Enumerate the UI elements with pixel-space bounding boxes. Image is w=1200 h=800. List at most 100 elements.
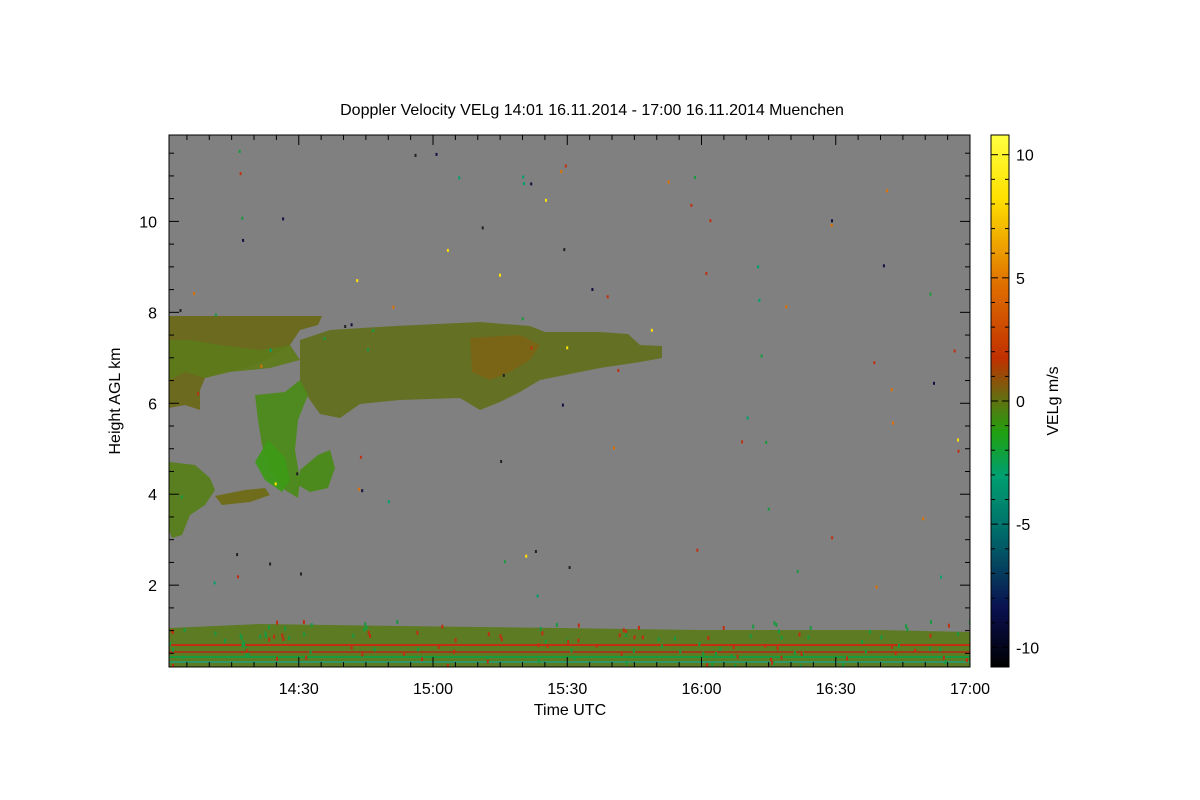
speckle	[564, 164, 567, 168]
boundary-speckle	[240, 635, 243, 640]
boundary-speckle	[906, 627, 909, 632]
speckle	[522, 175, 525, 179]
speckle	[696, 548, 699, 552]
speckle	[499, 273, 501, 277]
speckle	[239, 172, 242, 176]
y-tick-label: 10	[139, 214, 157, 231]
speckle	[563, 248, 566, 252]
boundary-speckle	[273, 634, 276, 639]
boundary-speckle	[749, 634, 752, 639]
boundary-speckle	[224, 638, 226, 643]
boundary-speckle	[276, 620, 279, 625]
y-tick-label: 8	[148, 305, 157, 322]
boundary-speckle	[942, 655, 945, 660]
speckle	[694, 176, 696, 179]
speckle	[274, 482, 277, 486]
speckle	[522, 182, 525, 185]
boundary-speckle	[303, 632, 306, 637]
boundary-speckle	[310, 623, 313, 628]
speckle	[831, 219, 833, 223]
boundary-speckle	[305, 655, 308, 660]
y-axis-label: Height AGL km	[107, 347, 124, 454]
boundary-speckle	[764, 643, 767, 648]
boundary-speckle	[637, 625, 640, 630]
boundary-speckle	[403, 651, 406, 656]
boundary-speckle	[775, 623, 778, 627]
boundary-speckle	[732, 645, 735, 650]
speckle	[296, 472, 299, 476]
boundary-speckle	[441, 624, 444, 629]
boundary-speckle	[861, 639, 863, 644]
speckle	[566, 346, 569, 350]
speckle	[530, 346, 533, 350]
speckle	[922, 517, 925, 521]
colorbar-tick-label: 10	[1016, 148, 1034, 165]
speckle	[372, 329, 375, 332]
boundary-speckle	[807, 635, 810, 640]
speckle	[196, 392, 199, 396]
boundary-speckle	[363, 627, 366, 632]
boundary-speckle	[365, 625, 368, 630]
boundary-speckle	[674, 636, 676, 641]
boundary-speckle	[657, 637, 660, 642]
boundary-speckle	[577, 623, 580, 628]
speckle	[358, 487, 361, 491]
boundary-speckle	[546, 644, 549, 649]
boundary-speckle	[577, 638, 580, 643]
speckle	[758, 298, 761, 302]
speckle	[282, 217, 285, 221]
speckle	[613, 446, 615, 450]
speckle	[525, 554, 528, 558]
boundary-speckle	[707, 636, 710, 641]
boundary-speckle	[730, 654, 733, 659]
speckle	[830, 223, 833, 227]
x-tick-label: 16:00	[681, 681, 721, 698]
speckle	[503, 560, 506, 564]
speckle	[392, 305, 395, 309]
boundary-speckle	[798, 632, 801, 637]
boundary-speckle	[778, 629, 780, 634]
boundary-speckle	[641, 635, 644, 640]
boundary-speckle	[288, 636, 291, 641]
speckle	[356, 279, 359, 283]
boundary-speckle	[276, 656, 278, 661]
speckle	[344, 325, 347, 328]
boundary-speckle	[454, 638, 457, 643]
speckle	[746, 416, 749, 420]
boundary-speckle	[618, 633, 621, 638]
boundary-speckle	[373, 647, 376, 652]
x-axis-label: Time UTC	[534, 702, 606, 719]
speckle	[890, 388, 893, 392]
speckle	[929, 292, 932, 296]
boundary-speckle	[752, 624, 755, 629]
boundary-speckle	[679, 649, 682, 654]
boundary-speckle	[570, 648, 573, 653]
speckle	[193, 292, 196, 296]
boundary-speckle	[537, 643, 540, 648]
boundary-speckle	[890, 644, 893, 649]
speckle	[180, 495, 183, 499]
speckle	[534, 550, 537, 553]
boundary-speckle	[929, 620, 932, 625]
boundary-speckle	[780, 655, 783, 660]
x-tick-label: 15:00	[413, 681, 453, 698]
speckle	[709, 219, 712, 223]
boundary-speckle	[956, 631, 959, 636]
boundary-speckle	[182, 655, 185, 660]
boundary-speckle	[352, 633, 355, 638]
boundary-speckle	[625, 633, 628, 638]
speckle	[458, 176, 461, 180]
speckle	[414, 153, 417, 157]
boundary-speckle	[897, 643, 900, 648]
boundary-speckle	[965, 658, 968, 663]
boundary-speckle	[369, 634, 371, 638]
boundary-speckle	[417, 647, 420, 652]
boundary-speckle	[539, 627, 542, 631]
speckle	[875, 585, 878, 589]
boundary-speckle	[284, 626, 287, 631]
boundary-speckle	[595, 643, 598, 648]
speckle	[269, 562, 272, 566]
speckle	[957, 449, 960, 453]
speckle	[300, 572, 302, 576]
speckle	[236, 553, 239, 557]
